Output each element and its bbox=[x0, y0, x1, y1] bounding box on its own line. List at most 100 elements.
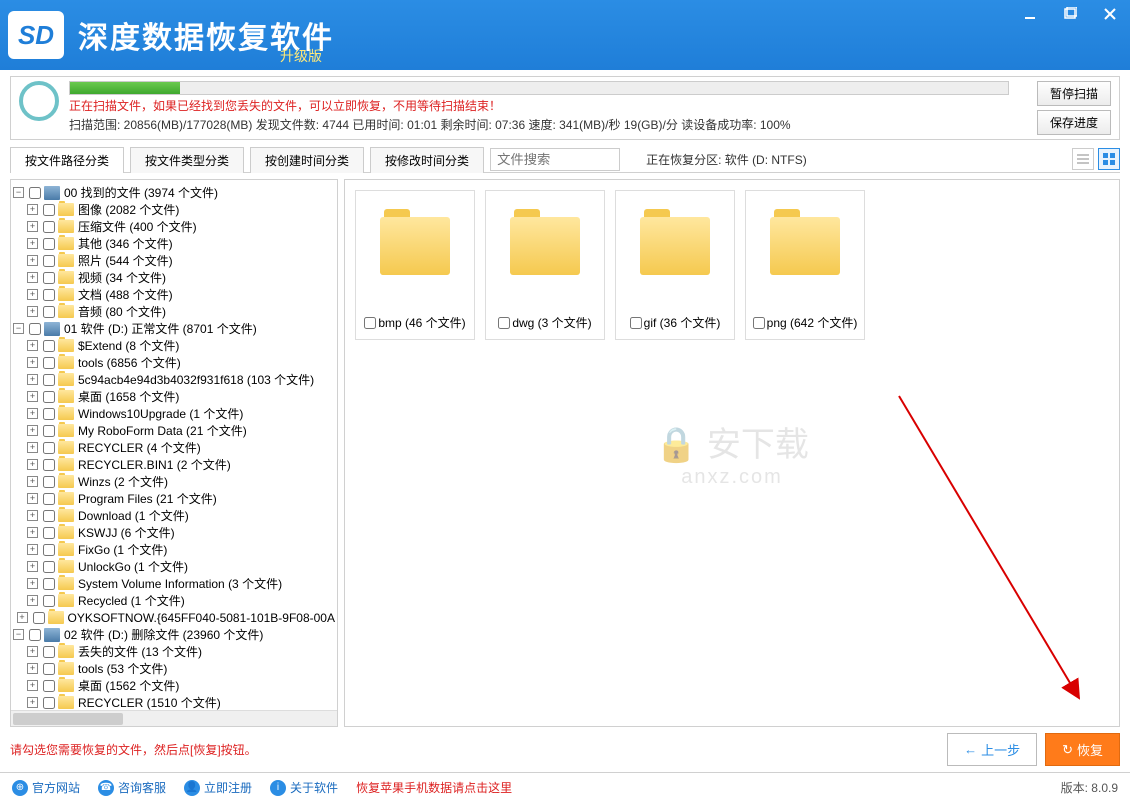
tree-item[interactable]: System Volume Information (3 个文件) bbox=[78, 575, 282, 592]
thumb-checkbox[interactable] bbox=[753, 317, 765, 329]
tree-item[interactable]: 02 软件 (D:) 删除文件 (23960 个文件) bbox=[64, 626, 263, 643]
tree-checkbox[interactable] bbox=[43, 238, 55, 250]
expander-icon[interactable]: + bbox=[27, 204, 38, 215]
view-list-button[interactable] bbox=[1072, 148, 1094, 170]
official-site-link[interactable]: ⊕官方网站 bbox=[12, 779, 80, 796]
expander-icon[interactable]: + bbox=[27, 289, 38, 300]
expander-icon[interactable]: + bbox=[27, 646, 38, 657]
tree-checkbox[interactable] bbox=[43, 272, 55, 284]
expander-icon[interactable]: + bbox=[27, 544, 38, 555]
tree-checkbox[interactable] bbox=[43, 697, 55, 709]
expander-icon[interactable]: + bbox=[27, 510, 38, 521]
tree-scrollbar[interactable] bbox=[11, 710, 337, 726]
tree-item[interactable]: RECYCLER (4 个文件) bbox=[78, 439, 201, 456]
expander-icon[interactable]: + bbox=[27, 527, 38, 538]
tab-by-path[interactable]: 按文件路径分类 bbox=[10, 147, 124, 173]
expander-icon[interactable]: + bbox=[27, 374, 38, 385]
tab-by-modified[interactable]: 按修改时间分类 bbox=[370, 147, 484, 173]
tree-checkbox[interactable] bbox=[43, 680, 55, 692]
tree-item[interactable]: 文档 (488 个文件) bbox=[78, 286, 173, 303]
tree-item[interactable]: RECYCLER (1510 个文件) bbox=[78, 694, 221, 711]
recover-button[interactable]: ↻恢复 bbox=[1045, 733, 1120, 766]
tree-checkbox[interactable] bbox=[29, 187, 41, 199]
tree-checkbox[interactable] bbox=[43, 510, 55, 522]
folder-thumb[interactable]: bmp (46 个文件) bbox=[355, 190, 475, 340]
apple-recovery-link[interactable]: 恢复苹果手机数据请点击这里 bbox=[356, 779, 512, 796]
tree-item[interactable]: 5c94acb4e94d3b4032f931f618 (103 个文件) bbox=[78, 371, 314, 388]
tree-checkbox[interactable] bbox=[43, 306, 55, 318]
expander-icon[interactable]: + bbox=[27, 306, 38, 317]
expander-icon[interactable]: + bbox=[27, 680, 38, 691]
tree-checkbox[interactable] bbox=[43, 663, 55, 675]
tab-by-created[interactable]: 按创建时间分类 bbox=[250, 147, 364, 173]
thumb-checkbox[interactable] bbox=[630, 317, 642, 329]
tree-item[interactable]: 桌面 (1658 个文件) bbox=[78, 388, 179, 405]
tree-item[interactable]: FixGo (1 个文件) bbox=[78, 541, 167, 558]
tab-by-type[interactable]: 按文件类型分类 bbox=[130, 147, 244, 173]
tree-item[interactable]: tools (6856 个文件) bbox=[78, 354, 181, 371]
expander-icon[interactable]: + bbox=[27, 663, 38, 674]
tree-item[interactable]: Winzs (2 个文件) bbox=[78, 473, 168, 490]
thumb-checkbox[interactable] bbox=[364, 317, 376, 329]
tree-item[interactable]: 00 找到的文件 (3974 个文件) bbox=[64, 184, 218, 201]
prev-button[interactable]: ←上一步 bbox=[947, 733, 1037, 766]
close-button[interactable] bbox=[1090, 0, 1130, 28]
expander-icon[interactable]: + bbox=[27, 595, 38, 606]
tree-checkbox[interactable] bbox=[43, 578, 55, 590]
expander-icon[interactable]: + bbox=[27, 255, 38, 266]
tree-checkbox[interactable] bbox=[43, 544, 55, 556]
tree-item[interactable]: KSWJJ (6 个文件) bbox=[78, 524, 175, 541]
expander-icon[interactable]: + bbox=[27, 459, 38, 470]
tree-checkbox[interactable] bbox=[43, 391, 55, 403]
tree-item[interactable]: OYKSOFTNOW.{645FF040-5081-101B-9F08-00A bbox=[68, 611, 335, 625]
expander-icon[interactable]: + bbox=[27, 493, 38, 504]
tree-item[interactable]: UnlockGo (1 个文件) bbox=[78, 558, 188, 575]
expander-icon[interactable]: − bbox=[13, 323, 24, 334]
expander-icon[interactable]: − bbox=[13, 187, 24, 198]
tree-item[interactable]: 图像 (2082 个文件) bbox=[78, 201, 179, 218]
tree-checkbox[interactable] bbox=[43, 476, 55, 488]
view-grid-button[interactable] bbox=[1098, 148, 1120, 170]
tree-item[interactable]: tools (53 个文件) bbox=[78, 660, 167, 677]
tree-item[interactable]: 其他 (346 个文件) bbox=[78, 235, 173, 252]
expander-icon[interactable]: + bbox=[17, 612, 28, 623]
file-tree[interactable]: − 00 找到的文件 (3974 个文件) + 图像 (2082 个文件) + 压缩文… bbox=[10, 179, 338, 727]
folder-thumb[interactable]: gif (36 个文件) bbox=[615, 190, 735, 340]
expander-icon[interactable]: − bbox=[13, 629, 24, 640]
tree-checkbox[interactable] bbox=[29, 629, 41, 641]
tree-checkbox[interactable] bbox=[43, 255, 55, 267]
tree-checkbox[interactable] bbox=[33, 612, 45, 624]
tree-item[interactable]: Program Files (21 个文件) bbox=[78, 490, 217, 507]
tree-checkbox[interactable] bbox=[43, 527, 55, 539]
tree-item[interactable]: 音频 (80 个文件) bbox=[78, 303, 166, 320]
register-link[interactable]: 👤立即注册 bbox=[184, 779, 252, 796]
pause-scan-button[interactable]: 暂停扫描 bbox=[1037, 81, 1111, 106]
tree-item[interactable]: 压缩文件 (400 个文件) bbox=[78, 218, 197, 235]
tree-checkbox[interactable] bbox=[43, 595, 55, 607]
tree-item[interactable]: Windows10Upgrade (1 个文件) bbox=[78, 405, 243, 422]
expander-icon[interactable]: + bbox=[27, 476, 38, 487]
tree-checkbox[interactable] bbox=[43, 425, 55, 437]
tree-item[interactable]: 桌面 (1562 个文件) bbox=[78, 677, 179, 694]
tree-checkbox[interactable] bbox=[43, 357, 55, 369]
tree-item[interactable]: My RoboForm Data (21 个文件) bbox=[78, 422, 247, 439]
about-link[interactable]: i关于软件 bbox=[270, 779, 338, 796]
folder-thumb[interactable]: dwg (3 个文件) bbox=[485, 190, 605, 340]
tree-checkbox[interactable] bbox=[43, 204, 55, 216]
tree-item[interactable]: 视频 (34 个文件) bbox=[78, 269, 166, 286]
tree-checkbox[interactable] bbox=[43, 340, 55, 352]
tree-item[interactable]: RECYCLER.BIN1 (2 个文件) bbox=[78, 456, 231, 473]
expander-icon[interactable]: + bbox=[27, 357, 38, 368]
tree-checkbox[interactable] bbox=[43, 374, 55, 386]
tree-item[interactable]: 丢失的文件 (13 个文件) bbox=[78, 643, 202, 660]
support-link[interactable]: ☎咨询客服 bbox=[98, 779, 166, 796]
expander-icon[interactable]: + bbox=[27, 221, 38, 232]
tree-checkbox[interactable] bbox=[43, 493, 55, 505]
tree-checkbox[interactable] bbox=[43, 459, 55, 471]
tree-checkbox[interactable] bbox=[43, 646, 55, 658]
tree-checkbox[interactable] bbox=[43, 561, 55, 573]
tree-checkbox[interactable] bbox=[43, 289, 55, 301]
expander-icon[interactable]: + bbox=[27, 272, 38, 283]
expander-icon[interactable]: + bbox=[27, 561, 38, 572]
tree-checkbox[interactable] bbox=[43, 408, 55, 420]
